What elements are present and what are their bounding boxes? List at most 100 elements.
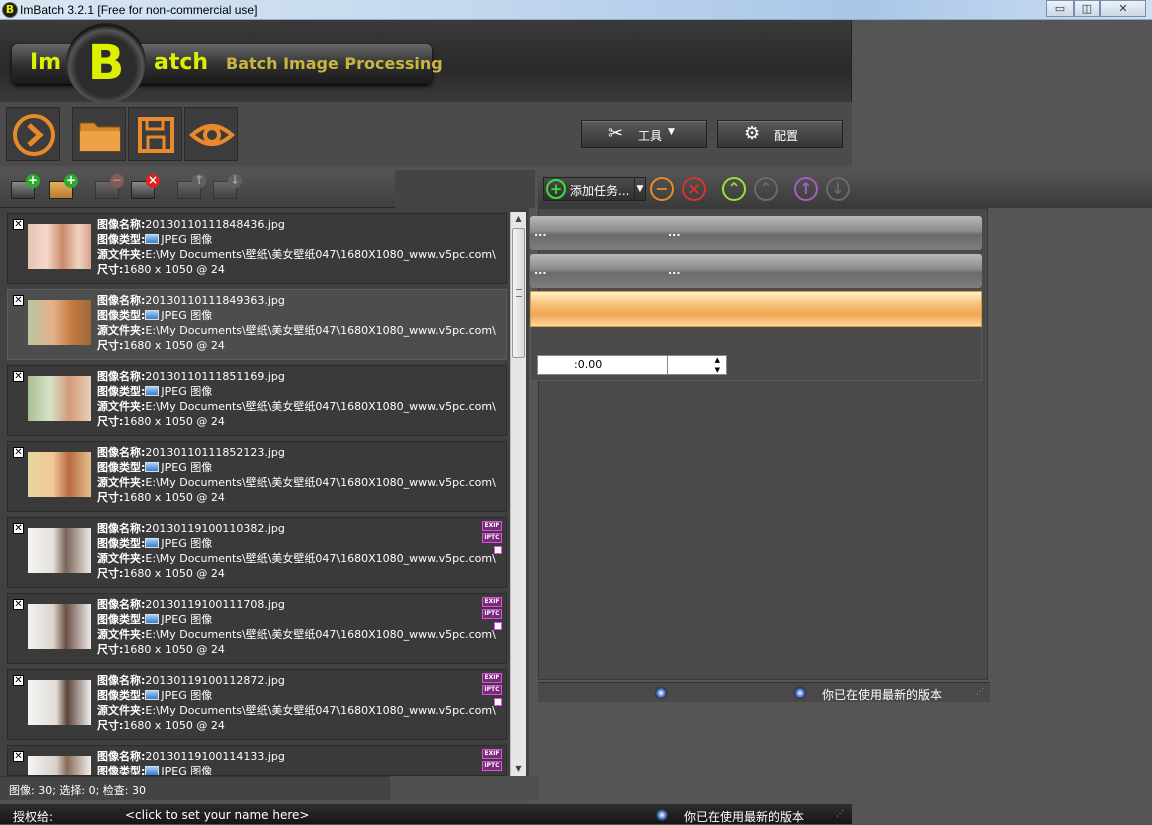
arrow-right-circle-icon — [13, 114, 55, 156]
stepper-up-icon[interactable]: ▲ — [715, 356, 720, 365]
tools-button[interactable]: ✂ 工具 ▼ — [581, 120, 707, 148]
clear-images-button[interactable]: × — [128, 173, 160, 202]
status-dot-icon — [656, 809, 668, 821]
move-down-button[interactable]: ↓ — [210, 173, 242, 202]
image-item[interactable]: ✕ 图像名称:20130110111851169.jpg 图像类型: JPEG 图… — [7, 365, 507, 436]
add-image-button[interactable]: + — [8, 173, 40, 202]
exif-badge: EXIF — [482, 521, 502, 531]
image-name: 20130110111851169.jpg — [145, 370, 285, 383]
image-type: JPEG 图像 — [161, 233, 213, 246]
next-button[interactable] — [6, 107, 60, 161]
item-checkbox[interactable]: ✕ — [13, 447, 24, 458]
bottom-right-area — [852, 803, 1152, 824]
stepper-down-icon[interactable]: ▼ — [715, 366, 720, 375]
restore-button[interactable]: ◫ — [1074, 0, 1100, 17]
image-name: 20130110111848436.jpg — [145, 218, 285, 231]
task-item[interactable]: ... ... — [530, 216, 982, 250]
set-name-link[interactable]: <click to set your name here> — [125, 808, 309, 822]
minimize-button[interactable]: ▭ — [1046, 0, 1074, 17]
version-status: 你已在使用最新的版本 — [822, 688, 943, 702]
remove-task-button[interactable]: − — [650, 177, 674, 201]
item-checkbox[interactable]: ✕ — [13, 295, 24, 306]
scroll-up-arrow[interactable]: ▲ — [511, 212, 526, 226]
task-item-selected[interactable] — [530, 291, 982, 327]
task-up-button[interactable]: ↑ — [794, 177, 818, 201]
preview-button[interactable] — [184, 107, 238, 161]
size-label: 尺寸: — [97, 643, 124, 656]
size-label: 尺寸: — [97, 567, 124, 580]
folder-label: 源文件夹: — [97, 400, 146, 413]
status-dot-icon — [794, 687, 806, 699]
value-input[interactable]: :0.00 — [537, 355, 671, 375]
image-type: JPEG 图像 — [161, 309, 213, 322]
task-status-bar: 你已在使用最新的版本 ⋰ — [538, 682, 990, 702]
image-folder: E:\My Documents\壁纸\美女壁纸047\1680X1080_www… — [145, 248, 496, 261]
close-icon: × — [146, 173, 160, 188]
collapse-task-button[interactable]: ⌃ — [722, 177, 746, 201]
config-label: 配置 — [774, 129, 799, 143]
status-bar-section — [390, 776, 538, 800]
size-label: 尺寸: — [97, 415, 124, 428]
add-task-button[interactable]: + 添加任务... — [543, 177, 637, 201]
thumbnail — [28, 452, 91, 497]
plus-icon: + — [26, 173, 40, 188]
thumbnail — [28, 528, 91, 573]
iptc-badge: IPTC — [482, 761, 502, 771]
image-type: JPEG 图像 — [161, 537, 213, 550]
open-folder-button[interactable] — [72, 107, 126, 161]
move-up-button[interactable]: ↑ — [174, 174, 206, 202]
remove-image-button[interactable]: − — [92, 173, 124, 202]
image-folder: E:\My Documents\壁纸\美女壁纸047\1680X1080_www… — [145, 628, 496, 641]
image-list-scrollbar[interactable]: ▲ ▼ — [510, 212, 526, 776]
scroll-down-arrow[interactable]: ▼ — [511, 762, 526, 776]
iptc-badge: IPTC — [482, 685, 502, 695]
add-folder-button[interactable]: + — [46, 174, 78, 202]
image-name: 20130110111849363.jpg — [145, 294, 285, 307]
image-type: JPEG 图像 — [161, 689, 213, 702]
type-label: 图像类型: — [97, 385, 146, 398]
task-item[interactable]: ... ... — [530, 254, 982, 288]
size-label: 尺寸: — [97, 263, 124, 276]
save-button[interactable] — [128, 107, 182, 161]
image-item[interactable]: ✕ 图像名称:20130119100114133.jpg 图像类型: JPEG 图… — [7, 745, 507, 776]
item-checkbox[interactable]: ✕ — [13, 219, 24, 230]
image-item[interactable]: ✕ 图像名称:20130119100110382.jpg 图像类型: JPEG 图… — [7, 517, 507, 588]
image-file-icon — [145, 538, 160, 548]
grip-icon — [516, 289, 522, 297]
name-label: 图像名称: — [97, 750, 146, 763]
scroll-thumb[interactable] — [512, 228, 525, 358]
item-checkbox[interactable]: ✕ — [13, 675, 24, 686]
folder-label: 源文件夹: — [97, 476, 146, 489]
item-checkbox[interactable]: ✕ — [13, 751, 24, 762]
item-checkbox[interactable]: ✕ — [13, 523, 24, 534]
image-item[interactable]: ✕ 图像名称:20130110111848436.jpg 图像类型: JPEG 图… — [7, 213, 507, 284]
close-button[interactable]: ✕ — [1100, 0, 1146, 17]
value-stepper[interactable]: ▲ ▼ — [667, 355, 727, 375]
image-item[interactable]: ✕ 图像名称:20130110111852123.jpg 图像类型: JPEG 图… — [7, 441, 507, 512]
expand-task-button[interactable]: ⌃ — [754, 177, 778, 201]
image-file-icon — [145, 386, 160, 396]
folder-icon — [79, 122, 121, 152]
image-folder: E:\My Documents\壁纸\美女壁纸047\1680X1080_www… — [145, 552, 496, 565]
image-size: 1680 x 1050 @ 24 — [123, 339, 225, 352]
item-checkbox[interactable]: ✕ — [13, 599, 24, 610]
clear-tasks-button[interactable]: × — [682, 177, 706, 201]
image-name: 20130119100110382.jpg — [145, 522, 285, 535]
task-down-button[interactable]: ↓ — [826, 177, 850, 201]
arrow-down-icon: ↓ — [228, 173, 242, 188]
config-button[interactable]: ⚙ 配置 — [717, 120, 843, 148]
image-item[interactable]: ✕ 图像名称:20130119100111708.jpg 图像类型: JPEG 图… — [7, 593, 507, 664]
license-bar: 授权给: <click to set your name here> 你已在使用… — [0, 803, 852, 824]
minus-icon: − — [110, 173, 124, 188]
licensed-to-label: 授权给: — [13, 810, 54, 824]
image-size: 1680 x 1050 @ 24 — [123, 491, 225, 504]
item-checkbox[interactable]: ✕ — [13, 371, 24, 382]
resize-grip-icon[interactable]: ⋰ — [836, 810, 848, 823]
add-task-dropdown[interactable]: ▼ — [634, 177, 646, 201]
image-size: 1680 x 1050 @ 24 — [123, 567, 225, 580]
image-item[interactable]: ✕ 图像名称:20130110111849363.jpg 图像类型: JPEG 图… — [7, 289, 507, 360]
image-item[interactable]: ✕ 图像名称:20130119100112872.jpg 图像类型: JPEG 图… — [7, 669, 507, 740]
logo-atch: atch — [154, 50, 209, 75]
metadata-marker — [494, 546, 502, 554]
resize-grip-icon[interactable]: ⋰ — [976, 688, 988, 701]
